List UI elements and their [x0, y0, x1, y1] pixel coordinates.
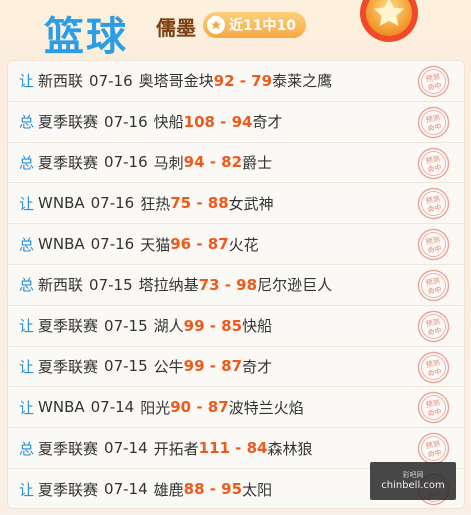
league-name: 新西联: [38, 72, 84, 91]
league-name: 新西联: [38, 276, 84, 295]
match-date: 07-15: [104, 357, 148, 376]
list-item-7[interactable]: 让 夏季联赛 07-15 湖人 99 - 85 快船 预测 命中: [8, 306, 464, 347]
watermark-url: chinbell.com: [381, 480, 445, 491]
home-team: 公牛: [153, 357, 184, 376]
league-name: 夏季联赛: [38, 153, 99, 172]
watermark: 彩吧网 chinbell.com: [370, 462, 456, 500]
home-team: 快船: [153, 113, 184, 132]
hit-stamp-icon: 预测 命中: [417, 147, 450, 179]
record-badge: 近11中10: [203, 12, 306, 38]
hit-stamp-icon: 预测 命中: [417, 392, 450, 424]
home-team: 阳光: [140, 398, 171, 417]
match-score: 94 - 82: [183, 153, 243, 172]
home-team: 湖人: [153, 317, 184, 336]
match-date: 07-16: [89, 71, 133, 90]
bet-type: 让: [19, 398, 35, 417]
hit-stamp-icon: 预测 命中: [417, 310, 450, 342]
bet-type: 总: [19, 113, 35, 132]
match-score: 99 - 85: [183, 316, 243, 335]
page-title: 篮球: [44, 14, 128, 60]
league-name: 夏季联赛: [38, 357, 99, 376]
record-text: 近11中10: [229, 18, 296, 34]
league-name: WNBA: [38, 194, 85, 213]
home-team: 雄鹿: [153, 480, 184, 499]
expert-name[interactable]: 儒墨: [156, 12, 196, 41]
list-item-2[interactable]: 总 夏季联赛 07-16 快船 108 - 94 奇才 预测 命中: [8, 102, 464, 143]
away-team: 尼尔逊巨人: [257, 276, 333, 295]
list-item-6[interactable]: 总 新西联 07-15 塔拉纳基 73 - 98 尼尔逊巨人 预测 命中: [8, 265, 464, 306]
home-team: 奥塔哥金块: [138, 72, 214, 91]
hit-stamp-icon: 预测 命中: [417, 228, 450, 261]
bet-type: 总: [19, 439, 35, 458]
list-item-9[interactable]: 让 WNBA 07-14 阳光 90 - 87 波特兰火焰 预测 命中: [8, 387, 464, 429]
hit-stamp-icon: 预测 命中: [417, 65, 450, 98]
hit-stamp-icon: 预测 命中: [417, 106, 450, 138]
list-item-4[interactable]: 让 WNBA 07-16 狂热 75 - 88 女武神 预测 命中: [8, 183, 464, 225]
bet-type: 总: [19, 276, 35, 295]
star-icon: [207, 16, 225, 34]
league-name: 夏季联赛: [38, 480, 99, 499]
bet-type: 总: [19, 235, 35, 254]
away-team: 泰莱之鹰: [272, 72, 333, 91]
bet-type: 让: [19, 72, 35, 91]
bet-type: 总: [19, 153, 35, 172]
hit-stamp-icon: 预测 命中: [417, 188, 450, 220]
league-name: 夏季联赛: [38, 317, 99, 336]
match-date: 07-16: [90, 235, 135, 254]
match-score: 75 - 88: [170, 194, 229, 213]
away-team: 爵士: [242, 153, 273, 172]
hit-stamp-icon: 预测 命中: [417, 432, 450, 465]
list-item-8[interactable]: 让 夏季联赛 07-15 公牛 99 - 87 奇才 预测 命中: [8, 347, 464, 388]
away-team: 火花: [228, 235, 259, 254]
match-score: 90 - 87: [170, 398, 229, 417]
away-team: 快船: [242, 317, 273, 336]
bet-type: 让: [19, 357, 35, 376]
watermark-logo-text: 彩吧网: [402, 471, 424, 479]
match-date: 07-14: [104, 480, 148, 499]
bet-type: 让: [19, 317, 35, 336]
hit-stamp-icon: 预测 命中: [417, 351, 450, 383]
home-team: 狂热: [140, 194, 171, 213]
list-item-5[interactable]: 总 WNBA 07-16 天猫 96 - 87 火花 预测 命中: [8, 224, 464, 265]
match-score: 96 - 87: [170, 235, 229, 254]
medal-icon: [360, 0, 418, 42]
match-date: 07-15: [89, 275, 133, 294]
home-team: 塔拉纳基: [138, 276, 199, 295]
match-date: 07-14: [90, 398, 135, 417]
match-date: 07-16: [104, 112, 148, 131]
away-team: 奇才: [242, 357, 273, 376]
bet-type: 让: [19, 480, 35, 499]
prediction-list: 让 新西联 07-16 奥塔哥金块 92 - 79 泰莱之鹰 预测 命中 总 夏…: [7, 60, 465, 509]
league-name: WNBA: [38, 235, 85, 254]
match-score: 111 - 84: [198, 439, 268, 458]
league-name: 夏季联赛: [38, 439, 99, 458]
away-team: 女武神: [228, 194, 274, 213]
match-score: 73 - 98: [198, 275, 258, 294]
header: 篮球 儒墨 近11中10: [0, 0, 471, 60]
match-date: 07-16: [104, 153, 148, 172]
match-score: 108 - 94: [183, 112, 253, 131]
home-team: 开拓者: [153, 439, 199, 458]
hit-stamp-icon: 预测 命中: [417, 269, 450, 302]
match-date: 07-14: [104, 439, 148, 458]
match-score: 88 - 95: [183, 480, 243, 499]
match-date: 07-16: [90, 194, 135, 213]
home-team: 天猫: [140, 235, 171, 254]
away-team: 森林狼: [267, 439, 313, 458]
away-team: 波特兰火焰: [228, 398, 304, 417]
away-team: 太阳: [242, 480, 273, 499]
league-name: 夏季联赛: [38, 113, 99, 132]
match-date: 07-15: [104, 316, 148, 335]
list-item-3[interactable]: 总 夏季联赛 07-16 马刺 94 - 82 爵士 预测 命中: [8, 143, 464, 184]
list-item-1[interactable]: 让 新西联 07-16 奥塔哥金块 92 - 79 泰莱之鹰 预测 命中: [8, 61, 464, 102]
match-score: 99 - 87: [183, 357, 243, 376]
match-score: 92 - 79: [213, 71, 273, 90]
away-team: 奇才: [252, 113, 283, 132]
league-name: WNBA: [38, 398, 85, 417]
home-team: 马刺: [153, 153, 184, 172]
bet-type: 让: [19, 194, 35, 213]
